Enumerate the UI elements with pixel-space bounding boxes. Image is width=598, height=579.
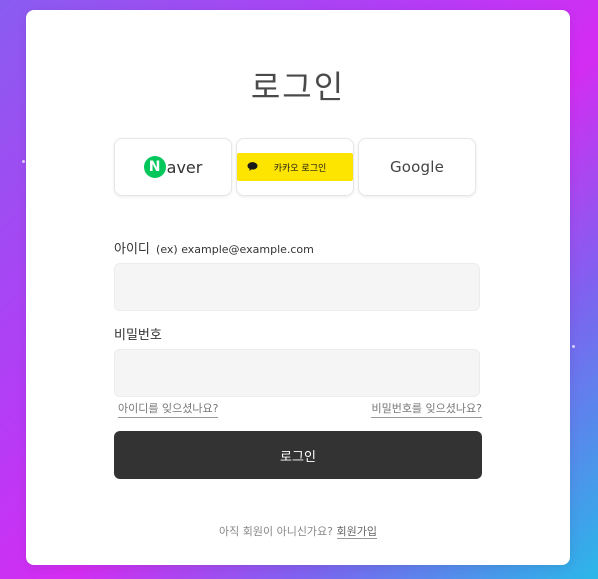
kakao-login-badge: 카카오 로그인: [237, 153, 353, 181]
signup-prompt: 아직 회원이 아니신가요? 회원가입: [26, 523, 570, 539]
signup-prompt-text: 아직 회원이 아니신가요?: [218, 525, 334, 538]
id-field-label: 아이디 (ex) example@example.com: [114, 238, 314, 257]
id-label-text: 아이디: [114, 242, 150, 257]
id-input[interactable]: [114, 263, 480, 311]
login-submit-button[interactable]: 로그인: [114, 431, 482, 479]
signup-link[interactable]: 회원가입: [336, 525, 377, 539]
background-sparkle: [22, 160, 25, 163]
password-field-label: 비밀번호: [114, 324, 162, 343]
id-label-hint: (ex) example@example.com: [156, 243, 314, 256]
naver-text: aver: [166, 157, 203, 177]
kakao-login-button[interactable]: 카카오 로그인: [236, 138, 354, 196]
forgot-id-link[interactable]: 아이디를 잊으셨나요?: [118, 400, 219, 418]
google-login-button[interactable]: Google: [358, 138, 476, 196]
social-login-row: N aver 카카오 로그인 Google: [114, 138, 478, 196]
login-card: 로그인 N aver 카카오 로그인 Google 아이디 (ex) examp…: [26, 10, 570, 565]
password-label-text: 비밀번호: [114, 328, 162, 343]
naver-n-icon: N: [143, 156, 166, 178]
kakao-chat-bubble-icon: [247, 162, 258, 171]
google-logo: Google: [389, 158, 445, 176]
background-sparkle: [572, 345, 575, 348]
naver-login-button[interactable]: N aver: [114, 138, 232, 196]
page-title: 로그인: [250, 68, 346, 106]
forgot-password-link[interactable]: 비밀번호를 잊으셨나요?: [371, 400, 482, 418]
password-input[interactable]: [114, 349, 480, 397]
naver-logo: N aver: [143, 156, 203, 178]
